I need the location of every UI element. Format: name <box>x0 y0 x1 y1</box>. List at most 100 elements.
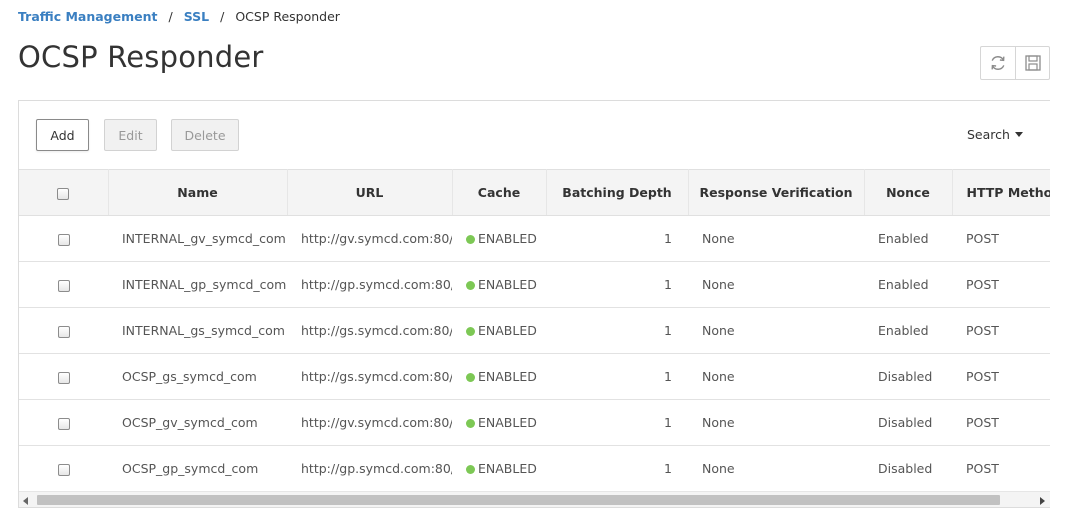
row-checkbox[interactable] <box>57 417 70 430</box>
status-dot-icon <box>466 373 475 382</box>
row-checkbox[interactable] <box>57 463 70 476</box>
row-select-cell <box>19 262 108 308</box>
cell-name: INTERNAL_gv_symcd_com <box>122 231 286 246</box>
cell-http-method: POST <box>966 461 999 476</box>
table-row[interactable]: OCSP_gs_symcd_com http://gs.symcd.com:80… <box>19 354 1050 400</box>
row-select-cell <box>19 446 108 492</box>
delete-button[interactable]: Delete <box>171 119 239 151</box>
row-checkbox[interactable] <box>57 325 70 338</box>
refresh-button[interactable] <box>981 47 1015 79</box>
table-row[interactable]: OCSP_gv_symcd_com http://gv.symcd.com:80… <box>19 400 1050 446</box>
breadcrumb-ssl[interactable]: SSL <box>184 9 209 24</box>
status-dot-icon <box>466 327 475 336</box>
cell-url: http://gp.symcd.com:80/ <box>301 461 452 476</box>
action-toolbar: Add Edit Delete Search <box>19 101 1050 169</box>
cell-cache: ENABLED <box>452 400 546 446</box>
status-dot-icon <box>466 281 475 290</box>
save-icon <box>1024 55 1041 71</box>
cell-http-method: POST <box>966 277 999 292</box>
cell-url: http://gs.symcd.com:80/ <box>301 323 452 338</box>
scroll-right-arrow-icon[interactable] <box>1040 497 1045 505</box>
cell-nonce: Enabled <box>878 277 929 292</box>
column-header-http-method[interactable]: HTTP Method <box>952 169 1050 216</box>
cell-response-verification: None <box>702 323 735 338</box>
cell-batching-depth: 1 <box>664 231 672 246</box>
cell-cache: ENABLED <box>452 262 546 308</box>
row-select-cell <box>19 308 108 354</box>
cell-cache: ENABLED <box>452 354 546 400</box>
table-row[interactable]: INTERNAL_gs_symcd_com http://gs.symcd.co… <box>19 308 1050 354</box>
refresh-icon <box>991 56 1005 70</box>
row-checkbox[interactable] <box>57 279 70 292</box>
save-button[interactable] <box>1015 47 1049 79</box>
cell-url: http://gv.symcd.com:80/ <box>301 231 452 246</box>
row-select-cell <box>19 216 108 262</box>
cache-status: ENABLED <box>478 277 537 292</box>
status-dot-icon <box>466 465 475 474</box>
column-header-nonce[interactable]: Nonce <box>864 169 953 216</box>
cell-response-verification: None <box>702 277 735 292</box>
column-header-batching-depth[interactable]: Batching Depth <box>546 169 689 216</box>
column-header-response-verification[interactable]: Response Verification <box>688 169 865 216</box>
cell-name: OCSP_gp_symcd_com <box>122 461 259 476</box>
table-row[interactable]: OCSP_gp_symcd_com http://gp.symcd.com:80… <box>19 446 1050 492</box>
cell-batching-depth: 1 <box>664 461 672 476</box>
cell-http-method: POST <box>966 323 999 338</box>
cell-cache: ENABLED <box>452 446 546 492</box>
row-select-cell <box>19 400 108 446</box>
responder-table: Name URL Cache Batching Depth Response V… <box>19 169 1050 492</box>
column-header-cache[interactable]: Cache <box>452 169 547 216</box>
header-tools <box>980 46 1050 80</box>
cell-response-verification: None <box>702 461 735 476</box>
cell-http-method: POST <box>966 415 999 430</box>
cell-http-method: POST <box>966 231 999 246</box>
edit-button[interactable]: Edit <box>104 119 157 151</box>
row-select-cell <box>19 354 108 400</box>
search-label: Search <box>967 127 1010 142</box>
scrollbar-thumb[interactable] <box>37 495 1000 505</box>
horizontal-scrollbar[interactable] <box>19 491 1050 507</box>
cell-name: OCSP_gs_symcd_com <box>122 369 257 384</box>
status-dot-icon <box>466 235 475 244</box>
row-checkbox[interactable] <box>57 371 70 384</box>
cell-url: http://gp.symcd.com:80/ <box>301 277 452 292</box>
breadcrumb-current: OCSP Responder <box>235 9 340 24</box>
column-header-url[interactable]: URL <box>287 169 453 216</box>
breadcrumb-separator: / <box>168 9 173 24</box>
cache-status: ENABLED <box>478 415 537 430</box>
cell-response-verification: None <box>702 415 735 430</box>
cell-url: http://gs.symcd.com:80/ <box>301 369 452 384</box>
row-checkbox[interactable] <box>57 233 70 246</box>
add-button[interactable]: Add <box>36 119 89 151</box>
cell-batching-depth: 1 <box>664 369 672 384</box>
ocsp-responder-panel: Add Edit Delete Search Name URL Cache Ba… <box>18 100 1050 508</box>
column-header-name[interactable]: Name <box>108 169 288 216</box>
page-title: OCSP Responder <box>18 40 264 74</box>
cell-batching-depth: 1 <box>664 323 672 338</box>
search-dropdown[interactable]: Search <box>967 127 1023 142</box>
cell-response-verification: None <box>702 369 735 384</box>
table-header-row: Name URL Cache Batching Depth Response V… <box>19 169 1050 216</box>
cell-nonce: Disabled <box>878 369 933 384</box>
breadcrumb-traffic-management[interactable]: Traffic Management <box>18 9 157 24</box>
scroll-left-arrow-icon[interactable] <box>23 497 28 505</box>
caret-down-icon <box>1014 132 1023 137</box>
cell-nonce: Enabled <box>878 231 929 246</box>
cell-url: http://gv.symcd.com:80/ <box>301 415 452 430</box>
cell-nonce: Disabled <box>878 461 933 476</box>
select-all-cell <box>19 169 109 216</box>
status-dot-icon <box>466 419 475 428</box>
select-all-checkbox[interactable] <box>57 187 70 200</box>
cell-batching-depth: 1 <box>664 277 672 292</box>
cell-http-method: POST <box>966 369 999 384</box>
cell-cache: ENABLED <box>452 216 546 262</box>
cell-nonce: Enabled <box>878 323 929 338</box>
table-row[interactable]: INTERNAL_gv_symcd_com http://gv.symcd.co… <box>19 216 1050 262</box>
cell-name: INTERNAL_gp_symcd_com <box>122 277 287 292</box>
cell-name: INTERNAL_gs_symcd_com <box>122 323 285 338</box>
cell-response-verification: None <box>702 231 735 246</box>
table-row[interactable]: INTERNAL_gp_symcd_com http://gp.symcd.co… <box>19 262 1050 308</box>
cell-nonce: Disabled <box>878 415 933 430</box>
cache-status: ENABLED <box>478 323 537 338</box>
cell-name: OCSP_gv_symcd_com <box>122 415 258 430</box>
